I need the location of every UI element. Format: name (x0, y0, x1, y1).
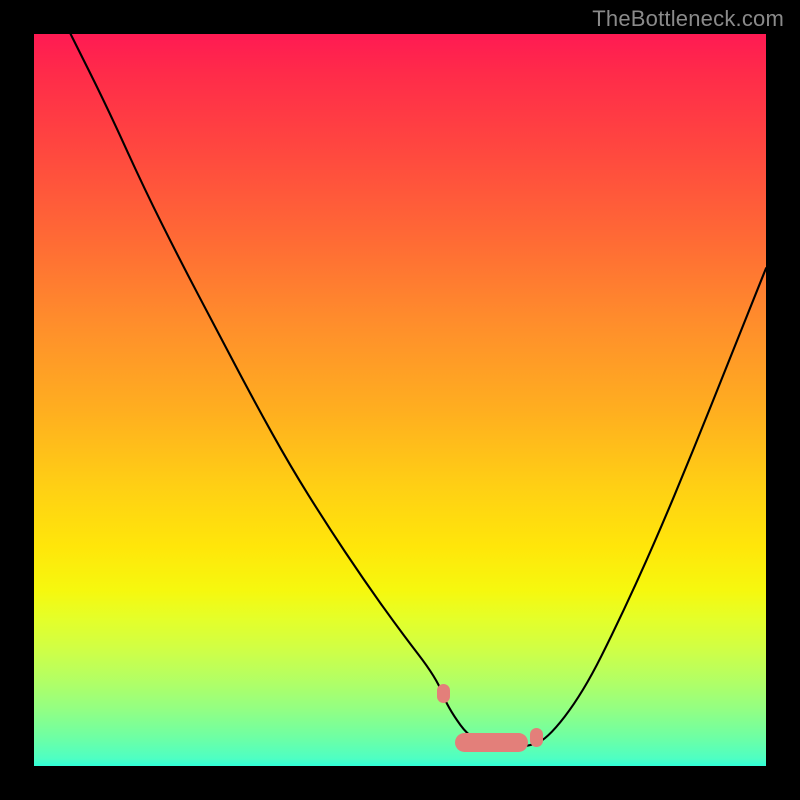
accent-segment (437, 684, 450, 703)
accent-segment (455, 733, 528, 752)
attribution-label: TheBottleneck.com (592, 6, 784, 32)
accent-segment (530, 728, 542, 747)
chart-plot-area (34, 34, 766, 766)
bottleneck-curve (34, 34, 766, 766)
